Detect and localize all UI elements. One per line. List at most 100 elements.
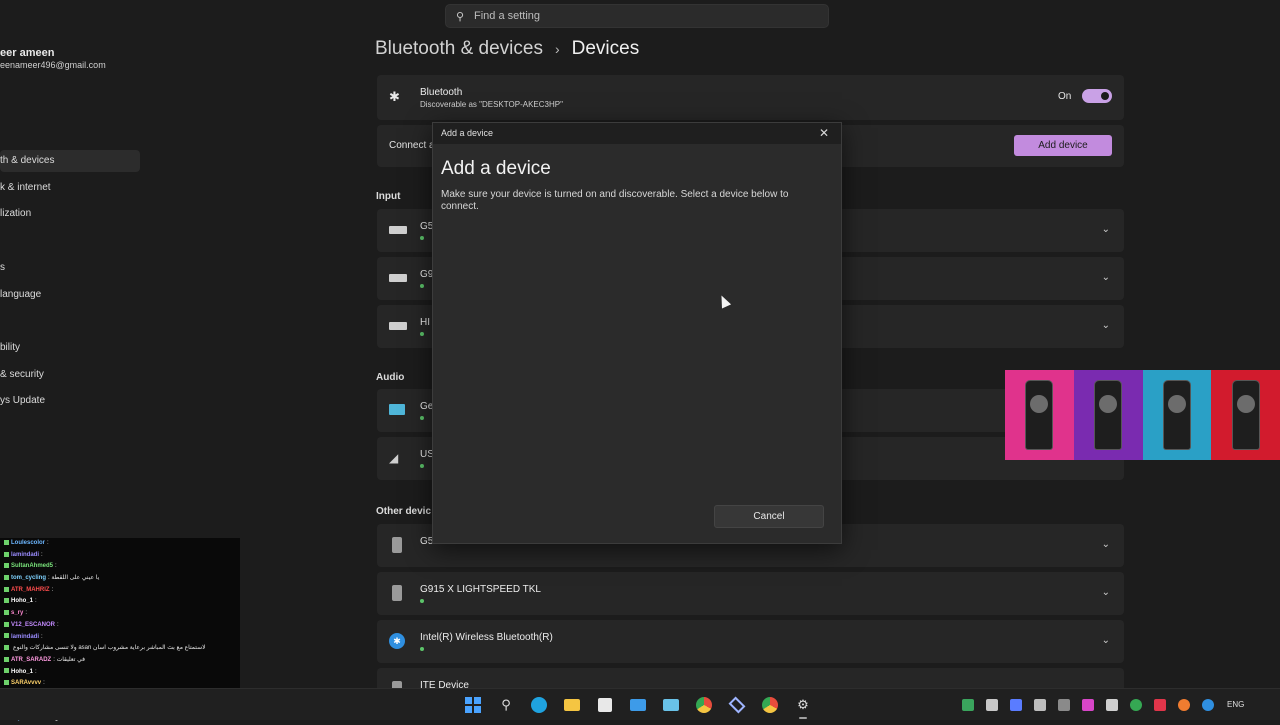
can-image <box>1162 380 1191 450</box>
breadcrumb: Bluetooth & devices › Devices <box>375 38 639 60</box>
chat-text: : <box>25 610 28 617</box>
nav-item-personalization[interactable]: lization <box>0 203 140 225</box>
device-name: HI <box>420 317 430 328</box>
ad-can <box>1211 370 1280 460</box>
language-indicator[interactable]: ENG <box>1227 700 1244 709</box>
logitech-icon[interactable] <box>1106 699 1118 711</box>
can-image <box>1231 380 1260 450</box>
discord-icon[interactable] <box>1010 699 1022 711</box>
photos-icon[interactable] <box>629 696 647 714</box>
chat-badge-icon <box>4 598 9 604</box>
nav-item-windows-update[interactable]: ys Update <box>0 390 140 412</box>
nav-item-accounts[interactable]: s <box>0 257 140 279</box>
chat-username: tom_cycling <box>11 575 47 582</box>
dialog-title-bar: Add a device ✕ <box>433 123 841 144</box>
bluetooth-title: Bluetooth <box>420 87 463 98</box>
file-explorer-icon[interactable] <box>563 696 581 714</box>
steam-icon[interactable] <box>986 699 998 711</box>
bluetooth-icon: ✱ <box>389 89 400 104</box>
settings-search-box[interactable]: ⚲ Find a setting <box>445 4 829 28</box>
chat-badge-icon <box>4 563 9 569</box>
battery-icon[interactable] <box>1034 699 1046 711</box>
chat-badge-icon <box>4 586 9 592</box>
brand-logo <box>1236 395 1255 413</box>
nvidia-icon[interactable] <box>962 699 974 711</box>
chat-message: lamindadi: <box>0 632 240 644</box>
chat-message: SultanAhmed5: <box>0 561 240 573</box>
nav-item-bluetooth-devices[interactable]: th & devices <box>0 150 140 172</box>
speaker-icon: ◢ <box>389 451 399 465</box>
chat-username: SultanAhmed5 <box>11 563 54 570</box>
chat-username: Loulescolor <box>11 540 46 546</box>
chat-text: : <box>35 598 37 605</box>
search-input[interactable]: Find a setting <box>474 10 540 22</box>
brand-logo <box>1167 395 1186 413</box>
chat-message: Hoho_1: <box>0 667 240 679</box>
settings-icon[interactable]: ⚙ <box>794 696 812 719</box>
chat-text: : في تعليقات <box>53 656 85 663</box>
status-dot <box>420 599 424 603</box>
keyboard-icon <box>389 226 407 234</box>
add-device-button[interactable]: Add device <box>1014 135 1112 156</box>
windows-icon[interactable] <box>464 696 482 714</box>
chevron-right-icon: › <box>554 41 560 57</box>
app-tray-icon[interactable] <box>1082 699 1094 711</box>
cloud-icon[interactable] <box>1058 699 1070 711</box>
chat-text: : <box>35 668 37 675</box>
dialog-description: Make sure your device is turned on and d… <box>441 189 789 212</box>
chevron-down-icon[interactable]: ⌄ <box>1102 224 1110 235</box>
nav-item-accessibility[interactable]: bility <box>0 337 140 359</box>
add-device-dialog: Add a device ✕ Add a device Make sure yo… <box>432 122 842 544</box>
chat-text: : <box>41 551 43 558</box>
chevron-down-icon[interactable]: ⌄ <box>1102 539 1110 550</box>
brand-logo <box>1099 395 1118 413</box>
cancel-button[interactable]: Cancel <box>714 505 824 528</box>
store-icon[interactable] <box>596 696 614 714</box>
bluetooth-subtitle: Discoverable as "DESKTOP-AKEC3HP" <box>420 100 563 109</box>
device-card[interactable]: G915 X LIGHTSPEED TKL ⌄ <box>377 572 1124 615</box>
breadcrumb-parent[interactable]: Bluetooth & devices <box>375 38 543 60</box>
chat-text: : <box>41 633 43 640</box>
chat-message: lamindadi: <box>0 550 240 562</box>
chrome-icon[interactable] <box>695 696 713 714</box>
nav-item-privacy-security[interactable]: & security <box>0 364 140 386</box>
chevron-down-icon[interactable]: ⌄ <box>1102 272 1110 283</box>
taskbar: ⚲ ⚙ ENG <box>0 688 1280 720</box>
search-icon: ⚲ <box>456 10 465 23</box>
chevron-down-icon[interactable]: ⌄ <box>1102 320 1110 331</box>
search-icon[interactable]: ⚲ <box>497 696 515 714</box>
chevron-down-icon[interactable]: ⌄ <box>1102 635 1110 646</box>
recorder-icon[interactable] <box>1154 699 1166 711</box>
chat-message: ATR_MAHRIZ: <box>0 585 240 597</box>
vpn-icon[interactable] <box>728 696 746 714</box>
device-card[interactable]: ✱ Intel(R) Wireless Bluetooth(R) ⌄ <box>377 620 1124 663</box>
chat-username: ATR_MAHRIZ <box>11 586 50 593</box>
status-dot <box>420 332 424 336</box>
user-email: eenameer496@gmail.com <box>0 60 106 70</box>
chat-username: Hoho_1 <box>11 598 34 605</box>
keyboard-icon <box>389 322 407 330</box>
edge-icon[interactable] <box>530 696 548 714</box>
paint-icon[interactable] <box>662 696 680 714</box>
ad-can <box>1005 370 1074 460</box>
bluetooth-tray-icon[interactable] <box>1202 699 1214 711</box>
chrome-tray-icon[interactable] <box>1130 699 1142 711</box>
chat-text: ولا تنسى مشاركات والنوع asan لاستمتاع مع… <box>13 645 206 652</box>
usb-device-icon <box>392 585 402 601</box>
nav-item-time-language[interactable]: language <box>0 284 140 306</box>
status-dot <box>420 416 424 420</box>
chrome-profile-icon[interactable] <box>761 696 779 714</box>
chat-text: : <box>43 680 45 687</box>
section-other-devices: Other devic <box>376 506 432 517</box>
bluetooth-toggle[interactable] <box>1082 89 1112 103</box>
can-image <box>1094 380 1123 450</box>
brave-icon[interactable] <box>1178 699 1190 711</box>
dialog-heading: Add a device <box>441 158 551 179</box>
connect-label: Connect a <box>389 140 435 151</box>
section-audio: Audio <box>376 372 405 383</box>
chat-badge-icon <box>4 633 9 639</box>
close-icon[interactable]: ✕ <box>819 126 829 140</box>
chat-badge-icon <box>4 551 9 557</box>
nav-item-network-internet[interactable]: k & internet <box>0 177 140 199</box>
chevron-down-icon[interactable]: ⌄ <box>1102 587 1110 598</box>
